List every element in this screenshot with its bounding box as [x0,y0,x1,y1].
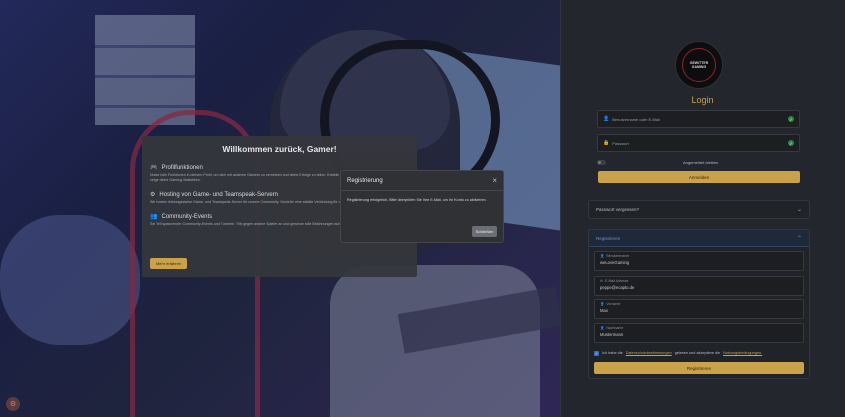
valid-check-icon: ✓ [788,116,794,122]
chevron-down-icon: ⌄ [796,207,802,213]
remember-toggle[interactable] [597,159,606,165]
user-icon: 👤 [603,116,610,122]
terms-consent: ✓ Ich habe die Datenschutzbestimmungen g… [594,350,763,356]
close-icon[interactable]: × [492,176,497,185]
password-input[interactable]: 🔒 Passwort ✓ [597,134,800,152]
terms-link[interactable]: Nutzungsbedingungen. [723,351,762,355]
username-input[interactable]: 👤 Benutzername oder E-Mail ✓ [597,110,800,128]
modal-title: Registrierung [347,177,383,184]
site-logo: GEWITTER GAMING [675,41,723,89]
lock-icon: 🔒 [603,140,610,146]
privacy-link[interactable]: Datenschutzbestimmungen [626,351,672,355]
more-info-button[interactable]: Mehr erfahren [150,258,187,269]
forgot-password-accordion[interactable]: Passwort vergessen? ⌄ [588,200,810,219]
server-icon: ⚙ [150,192,156,198]
user-icon: 👤 [600,302,605,306]
terms-checkbox[interactable]: ✓ [594,350,599,356]
register-email-field[interactable]: ✉ E-Mail Adresse peppe@ecapto.de [594,276,804,296]
user-icon: 👤 [600,326,605,330]
mail-icon: ✉ [600,279,603,283]
welcome-title: Willkommen zurück, Gamer! [222,144,337,154]
register-username-field[interactable]: 👤 Benutzername weLoveGaming [594,251,804,271]
chevron-up-icon: ⌃ [796,235,802,242]
modal-message: Registrierung erfolgreich, Bitte überprü… [347,198,487,202]
register-firstname-field[interactable]: 👤 Vorname Max [594,299,804,319]
modal-close-button[interactable]: Schließen [472,226,497,237]
remember-label: Angemeldet bleiben [683,159,719,165]
login-button[interactable]: Anmelden [598,171,800,183]
logo-text: GEWITTER GAMING [689,61,709,69]
gamepad-icon: 🎮 [150,165,158,171]
register-button[interactable]: Registrieren [594,362,804,374]
register-lastname-field[interactable]: 👤 Nachname Mustermann [594,323,804,343]
forgot-password-label: Passwort vergessen? [596,207,640,212]
remember-me: Angemeldet bleiben [597,158,800,166]
group-icon: 👥 [150,214,158,220]
cookie-settings-icon[interactable]: ⚙ [6,397,20,411]
login-title: Login [691,95,714,105]
user-icon: 👤 [600,254,605,258]
register-header[interactable]: Registrieren ⌃ [589,230,809,247]
registration-modal: Registrierung × Registrierung erfolgreic… [340,170,504,243]
valid-check-icon: ✓ [788,140,794,146]
